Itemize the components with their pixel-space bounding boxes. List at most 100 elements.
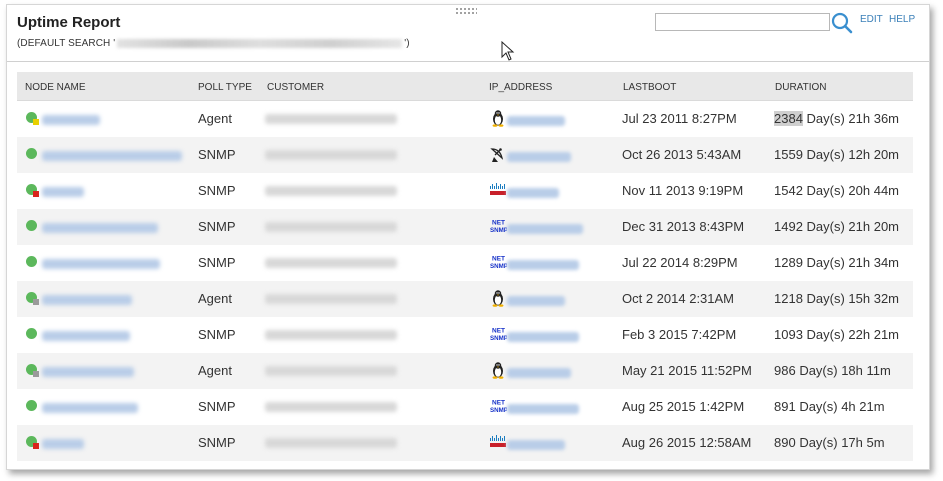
poll-type: Agent — [198, 363, 232, 378]
duration-value: 890 Day(s) 17h 5m — [774, 435, 885, 450]
search-icon[interactable] — [830, 12, 854, 34]
linux-icon — [489, 289, 507, 307]
col-node-name[interactable]: NODE NAME — [25, 82, 86, 93]
lastboot-value: Dec 31 2013 8:43PM — [622, 219, 745, 234]
poll-type: SNMP — [198, 327, 236, 342]
duration-rest: Day(s) 22h 21m — [802, 327, 900, 342]
table-row[interactable]: SNMP NET SNMP Feb 3 2015 7:42PM 1093 Day(s) … — [17, 317, 913, 353]
node-name-link[interactable] — [42, 331, 130, 341]
svg-text:NET: NET — [492, 220, 505, 227]
net-snmp-icon: NET SNMP — [489, 325, 508, 343]
duration-value: 1559 Day(s) 12h 20m — [774, 147, 899, 162]
node-name-link[interactable] — [42, 223, 158, 233]
col-poll-type[interactable]: POLL TYPE — [198, 82, 252, 93]
uptime-report-panel: Uptime Report (DEFAULT SEARCH ' ') EDIT H… — [6, 4, 930, 470]
cisco-icon — [489, 181, 507, 199]
customer-value — [265, 114, 397, 124]
lastboot-value: Oct 26 2013 5:43AM — [622, 147, 742, 162]
duration-value: 986 Day(s) 18h 11m — [774, 363, 891, 378]
svg-text:SNMP: SNMP — [490, 227, 507, 234]
table-row[interactable]: Agent May 21 2015 11:52PM 986 Day(s) 18h 1… — [17, 353, 913, 389]
duration-days: 2384 — [774, 111, 803, 126]
ip-address-link[interactable] — [507, 188, 559, 198]
table-row[interactable]: SNMP NET SNMP Dec 31 2013 8:43PM 1492 Day(s)… — [17, 209, 913, 245]
col-customer[interactable]: CUSTOMER — [267, 82, 324, 93]
poll-type: SNMP — [198, 147, 236, 162]
mouse-cursor-icon — [501, 41, 515, 61]
ip-address-link[interactable] — [507, 368, 571, 378]
duration-rest: Day(s) 20h 44m — [802, 183, 900, 198]
status-up-icon — [26, 112, 39, 125]
duration-value: 1093 Day(s) 22h 21m — [774, 327, 899, 342]
col-duration[interactable]: DURATION — [775, 82, 826, 93]
status-up-icon — [26, 400, 37, 411]
ip-address-link[interactable] — [507, 296, 565, 306]
duration-rest: Day(s) 21h 20m — [802, 219, 900, 234]
lastboot-value: Aug 26 2015 12:58AM — [622, 435, 752, 450]
header-divider — [7, 61, 929, 62]
duration-days: 1289 — [774, 255, 803, 270]
table-row[interactable]: SNMP Aug 26 2015 12:58AM 890 Day(s) 17h 5m — [17, 425, 913, 461]
customer-value — [265, 222, 397, 232]
table-row[interactable]: SNMP NET SNMP Jul 22 2014 8:29PM 1289 Day(s)… — [17, 245, 913, 281]
duration-value: 1542 Day(s) 20h 44m — [774, 183, 899, 198]
search-input[interactable] — [655, 13, 830, 31]
node-name-link[interactable] — [42, 187, 84, 197]
duration-days: 890 — [774, 435, 796, 450]
col-ip-address[interactable]: IP_ADDRESS — [489, 82, 552, 93]
status-badge — [33, 119, 39, 125]
ip-address-link[interactable] — [507, 440, 565, 450]
duration-rest: Day(s) 12h 20m — [802, 147, 900, 162]
status-up-icon — [26, 220, 37, 231]
customer-value — [265, 294, 397, 304]
node-name-link[interactable] — [42, 259, 160, 269]
duration-rest: Day(s) 15h 32m — [802, 291, 900, 306]
node-name-link[interactable] — [42, 403, 138, 413]
ip-address-link[interactable] — [507, 332, 579, 342]
duration-value: 1218 Day(s) 15h 32m — [774, 291, 899, 306]
customer-value — [265, 186, 397, 196]
node-name-link[interactable] — [42, 439, 84, 449]
page-title: Uptime Report — [17, 14, 121, 31]
ip-address-link[interactable] — [507, 404, 579, 414]
table-row[interactable]: SNMP NET SNMP Aug 25 2015 1:42PM 891 Day(s) … — [17, 389, 913, 425]
duration-days: 891 — [774, 399, 796, 414]
duration-days: 1218 — [774, 291, 803, 306]
linux-icon — [489, 361, 507, 379]
lastboot-value: Aug 25 2015 1:42PM — [622, 399, 745, 414]
status-up-icon — [26, 184, 39, 197]
table-row[interactable]: Agent Oct 2 2014 2:31AM 1218 Day(s) 15h 32… — [17, 281, 913, 317]
node-name-link[interactable] — [42, 367, 134, 377]
node-name-link[interactable] — [42, 295, 132, 305]
svg-text:NET: NET — [492, 256, 505, 263]
ip-address-link[interactable] — [507, 116, 565, 126]
help-link[interactable]: HELP — [889, 14, 915, 25]
customer-value — [265, 330, 397, 340]
ip-address-link[interactable] — [507, 152, 571, 162]
ip-address-link[interactable] — [507, 260, 579, 270]
lastboot-value: May 21 2015 11:52PM — [622, 363, 752, 378]
svg-text:SNMP: SNMP — [490, 335, 507, 342]
poll-type: SNMP — [198, 255, 236, 270]
table-row[interactable]: SNMP Nov 11 2013 9:19PM 1542 Day(s) 20h 44… — [17, 173, 913, 209]
duration-rest: Day(s) 17h 5m — [795, 435, 885, 450]
duration-rest: Day(s) 21h 34m — [802, 255, 900, 270]
ip-address-link[interactable] — [507, 224, 583, 234]
duration-value: 891 Day(s) 4h 21m — [774, 399, 885, 414]
lastboot-value: Nov 11 2013 9:19PM — [622, 183, 744, 198]
lastboot-value: Jul 23 2011 8:27PM — [622, 111, 737, 126]
duration-days: 1492 — [774, 219, 803, 234]
node-name-link[interactable] — [42, 115, 100, 125]
col-lastboot[interactable]: LASTBOOT — [623, 82, 676, 93]
node-name-link[interactable] — [42, 151, 182, 161]
status-badge — [33, 191, 39, 197]
poll-type: Agent — [198, 111, 232, 126]
edit-link[interactable]: EDIT — [860, 14, 883, 25]
table-row[interactable]: Agent Jul 23 2011 8:27PM 2384 Day(s) 21h 3… — [17, 101, 913, 137]
table-header: NODE NAME POLL TYPE CUSTOMER IP_ADDRESS … — [17, 72, 913, 101]
table-row[interactable]: SNMP Oct 26 2013 5:43AM 1559 Day(s) 12h 20… — [17, 137, 913, 173]
poll-type: SNMP — [198, 399, 236, 414]
duration-rest: Day(s) 4h 21m — [795, 399, 885, 414]
table-body: Agent Jul 23 2011 8:27PM 2384 Day(s) 21h 3… — [17, 101, 913, 461]
drag-handle[interactable] — [455, 7, 477, 14]
